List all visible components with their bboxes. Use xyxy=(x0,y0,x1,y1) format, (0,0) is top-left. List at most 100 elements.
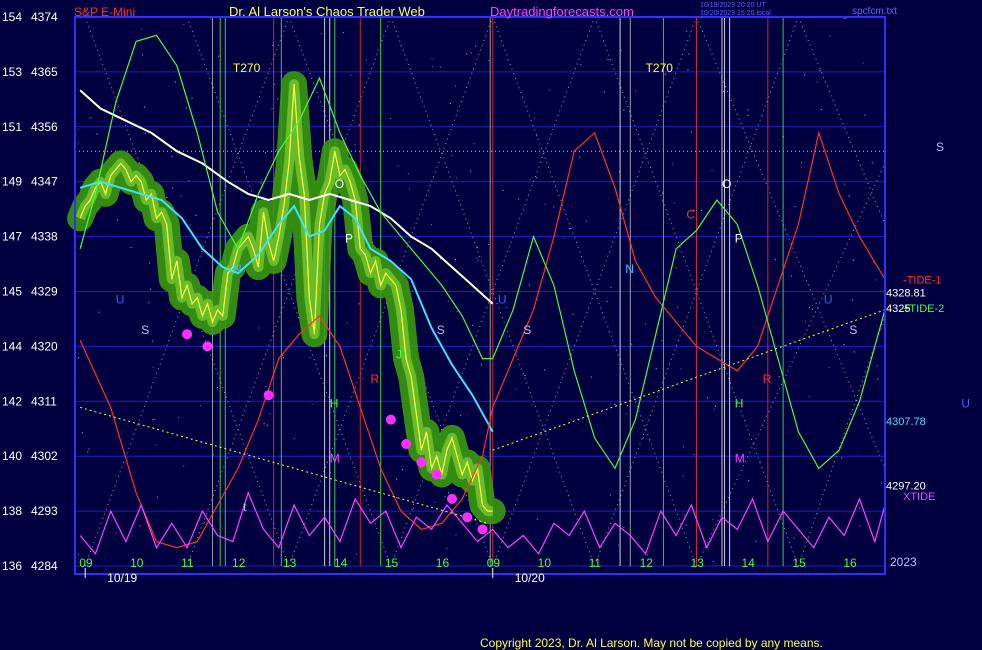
star xyxy=(688,53,690,55)
star xyxy=(631,343,633,345)
annotation-label: R xyxy=(763,372,772,386)
star xyxy=(747,109,749,111)
star xyxy=(269,413,271,415)
marker-dot xyxy=(431,469,442,480)
y-tick-label-right: 4293 xyxy=(31,504,58,518)
star xyxy=(778,376,780,378)
annotation-label: N xyxy=(625,262,634,276)
star xyxy=(627,405,629,407)
y-tick-label-left: 144 xyxy=(2,339,22,353)
star xyxy=(808,306,810,308)
star xyxy=(853,259,855,261)
star xyxy=(859,525,861,527)
x-tick-label: 13 xyxy=(691,556,705,570)
star xyxy=(87,451,89,453)
star xyxy=(544,203,546,205)
star xyxy=(409,188,411,190)
star xyxy=(690,131,692,133)
star xyxy=(149,262,151,264)
star xyxy=(477,247,479,249)
star xyxy=(141,28,143,30)
star xyxy=(829,35,831,37)
star xyxy=(451,155,453,156)
series-line-projection xyxy=(492,309,886,451)
star xyxy=(635,90,636,92)
star xyxy=(693,454,695,455)
star xyxy=(412,507,414,509)
y-tick-label-left: 154 xyxy=(2,10,22,24)
star xyxy=(275,149,277,150)
site-link[interactable]: Daytradingforecasts.com xyxy=(490,4,634,19)
annotation-label: T270 xyxy=(233,61,261,75)
y-tick-label-right: 4311 xyxy=(31,394,57,408)
star xyxy=(680,368,682,370)
annotation-label: S xyxy=(141,323,149,337)
star xyxy=(791,275,793,277)
star xyxy=(618,544,620,546)
star xyxy=(189,224,191,226)
star xyxy=(515,388,517,390)
x-tick-label: 11 xyxy=(181,556,194,570)
star xyxy=(470,170,472,172)
star xyxy=(529,179,531,181)
star xyxy=(805,321,806,323)
y-tick-label-left: 140 xyxy=(2,449,22,463)
annotation-label: S xyxy=(849,323,857,337)
star xyxy=(263,423,265,425)
star xyxy=(816,81,818,83)
star xyxy=(448,492,449,494)
star xyxy=(706,397,708,399)
star xyxy=(812,308,813,310)
star xyxy=(506,306,508,308)
star xyxy=(309,357,311,359)
annotation-label: t xyxy=(243,500,247,514)
star xyxy=(183,24,185,25)
marker-dot xyxy=(462,512,473,523)
star xyxy=(78,357,79,359)
star xyxy=(130,247,132,249)
x-tick-label: 14 xyxy=(334,556,348,570)
star xyxy=(553,206,555,208)
star xyxy=(755,540,757,542)
star xyxy=(572,313,574,315)
star xyxy=(188,180,190,182)
x-tick-label: 11 xyxy=(589,556,602,570)
star xyxy=(81,432,83,434)
star xyxy=(342,32,344,34)
star xyxy=(346,322,348,324)
timestamp-line2: 10/20/2023 15:20 local xyxy=(700,10,771,17)
star xyxy=(271,108,273,110)
star xyxy=(661,340,663,341)
star xyxy=(260,182,262,184)
star xyxy=(358,303,360,305)
star xyxy=(261,179,263,181)
star xyxy=(455,259,457,260)
star xyxy=(774,259,776,261)
x-tick-label: 09 xyxy=(487,556,501,570)
star xyxy=(722,90,724,92)
star xyxy=(685,524,687,526)
star xyxy=(431,224,432,226)
star xyxy=(488,60,490,62)
star xyxy=(401,469,403,471)
star xyxy=(396,478,398,480)
x-tick-label: 16 xyxy=(436,556,450,570)
star xyxy=(682,475,684,477)
annotation-label: J xyxy=(396,348,402,362)
star xyxy=(152,366,154,368)
star xyxy=(609,494,611,496)
star xyxy=(841,457,843,459)
star xyxy=(217,387,219,388)
star xyxy=(481,364,482,366)
star xyxy=(150,288,151,290)
star xyxy=(579,156,581,158)
y-tick-label-right: 4320 xyxy=(31,339,58,353)
y-tick-label-right: 4329 xyxy=(31,285,58,299)
star xyxy=(355,553,357,555)
annotation-label: U xyxy=(824,293,833,307)
star xyxy=(397,165,399,167)
x-tick-label: 13 xyxy=(283,556,297,570)
star xyxy=(712,561,714,563)
y-tick-label-left: 153 xyxy=(2,65,22,79)
star xyxy=(178,416,180,418)
